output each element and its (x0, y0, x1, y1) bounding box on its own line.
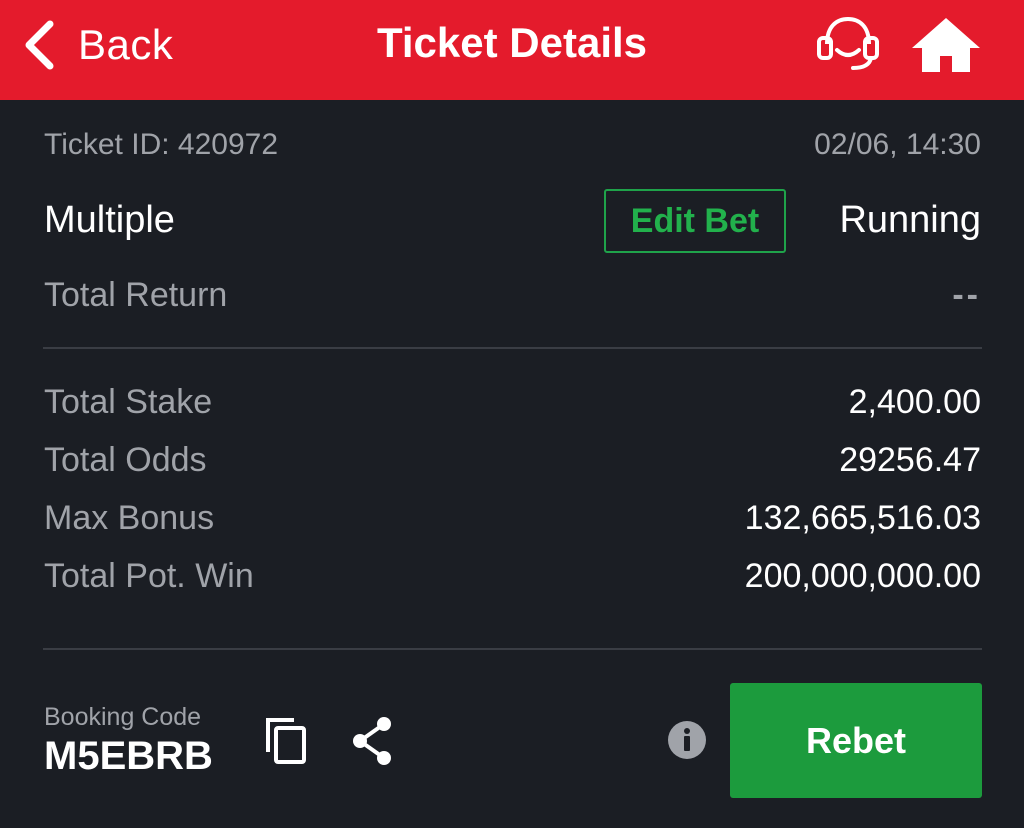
booking-code-value: M5EBRB (44, 734, 213, 778)
support-button[interactable] (815, 14, 881, 72)
copy-button[interactable] (262, 714, 310, 766)
share-icon (353, 717, 391, 765)
bet-type: Multiple (44, 199, 175, 241)
stat-label-max-bonus: Max Bonus (44, 499, 215, 537)
stat-value-total-pot-win: 200,000,000.00 (744, 557, 981, 595)
bet-status: Running (839, 199, 981, 241)
stat-value-total-stake: 2,400.00 (848, 383, 981, 421)
stat-label-total-odds: Total Odds (44, 441, 207, 479)
stat-value-total-odds: 29256.47 (839, 441, 981, 479)
copy-icon (266, 718, 306, 764)
stat-label-total-stake: Total Stake (44, 383, 213, 421)
stat-value-max-bonus: 132,665,516.03 (744, 499, 981, 537)
info-icon (668, 721, 706, 759)
home-button[interactable] (910, 14, 982, 74)
home-icon (912, 18, 980, 72)
bottom-edge (0, 828, 1024, 833)
ticket-id: Ticket ID: 420972 (44, 128, 279, 161)
headset-icon (817, 16, 879, 70)
app-header: Back Ticket Details (0, 0, 1024, 100)
ticket-datetime: 02/06, 14:30 (814, 128, 981, 161)
total-return-value: -- (952, 276, 981, 314)
edit-bet-button[interactable]: Edit Bet (604, 189, 786, 253)
booking-code-label: Booking Code (44, 703, 202, 731)
info-button[interactable] (667, 720, 707, 760)
divider (43, 648, 982, 650)
divider (43, 347, 982, 349)
stat-label-total-pot-win: Total Pot. Win (44, 557, 254, 595)
share-button[interactable] (348, 714, 396, 768)
total-return-label: Total Return (44, 276, 228, 314)
rebet-button[interactable]: Rebet (730, 683, 982, 798)
